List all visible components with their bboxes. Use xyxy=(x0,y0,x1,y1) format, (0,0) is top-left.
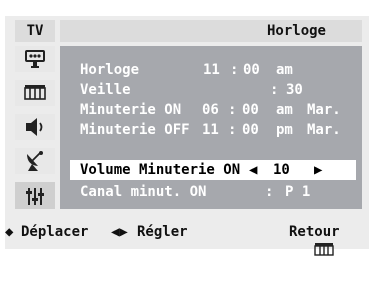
sidebar-item-input[interactable] xyxy=(15,46,55,72)
sidebar-item-sound[interactable] xyxy=(15,114,55,140)
setting-label: Veille xyxy=(80,82,131,98)
setting-row-timer-channel[interactable]: Canal minut. ON : P 1 xyxy=(80,182,350,202)
adjust-hint: Régler xyxy=(137,224,188,240)
left-right-arrows-icon: ◀▶ xyxy=(111,224,128,240)
setting-separator: : xyxy=(270,82,279,98)
tv-mode-label: TV xyxy=(15,20,55,42)
setting-row-sleep[interactable]: Veille : 30 xyxy=(80,80,350,100)
setting-minute: 00 xyxy=(243,62,260,78)
setting-ampm: am xyxy=(276,102,293,118)
setting-ampm: am xyxy=(276,62,293,78)
setting-row-clock[interactable]: Horloge 11 : 00 am xyxy=(80,60,350,80)
setting-separator: : xyxy=(265,184,274,200)
setting-separator: : xyxy=(228,122,237,138)
setting-hour: 06 xyxy=(202,102,219,118)
return-hint: Retour xyxy=(289,224,340,240)
sidebar-item-picture[interactable] xyxy=(15,80,55,106)
up-down-arrows-icon: ◆ xyxy=(5,224,14,240)
setting-row-timer-volume[interactable]: Volume Minuterie ON ◀ 10 ▶ xyxy=(70,160,356,180)
channel-antenna-icon xyxy=(27,151,43,171)
setting-label: Minuterie OFF xyxy=(80,122,190,138)
setting-label: Volume Minuterie ON xyxy=(80,162,241,178)
setting-value: 30 xyxy=(286,82,303,98)
sound-icon xyxy=(26,118,43,136)
sidebar-item-setup[interactable] xyxy=(15,182,55,209)
sidebar xyxy=(15,46,55,209)
settings-panel: Horloge 11 : 00 am Veille : 30 Minuterie… xyxy=(60,46,362,209)
footer-hints: ◆ Déplacer ◀▶ Régler Retour xyxy=(5,221,369,256)
setting-value: 10 xyxy=(273,162,290,178)
picture-icon xyxy=(24,85,46,100)
setting-hour: 11 xyxy=(202,122,219,138)
increase-arrow-icon[interactable]: ▶ xyxy=(314,160,322,180)
setting-label: Minuterie ON xyxy=(80,102,182,118)
setting-ampm: pm xyxy=(276,122,293,138)
input-icon xyxy=(25,50,45,68)
setting-separator: : xyxy=(230,62,239,78)
setting-label: Horloge xyxy=(80,62,140,78)
setting-day: Mar. xyxy=(307,122,341,138)
move-hint: Déplacer xyxy=(21,224,89,240)
setting-separator: : xyxy=(228,102,237,118)
decrease-arrow-icon[interactable]: ◀ xyxy=(249,160,257,180)
setting-row-timer-off[interactable]: Minuterie OFF 11 : 00 pm Mar. xyxy=(80,120,360,140)
setting-minute: 00 xyxy=(242,122,259,138)
setting-day: Mar. xyxy=(307,102,341,118)
sidebar-item-channel[interactable] xyxy=(15,148,55,174)
header-bar: Horloge xyxy=(60,20,362,42)
setting-minute: 00 xyxy=(242,102,259,118)
tv-osd-screen: TV Horloge Horloge 11: 00 am Veille: 3… xyxy=(0,0,379,265)
setup-sliders-icon xyxy=(26,187,44,205)
setting-value: P 1 xyxy=(285,184,311,200)
setting-row-timer-on[interactable]: Minuterie ON 06 : 00 am Mar. xyxy=(80,100,360,120)
page-title: Horloge xyxy=(266,23,326,39)
setting-hour: 11 xyxy=(203,62,220,78)
setting-label: Canal minut. ON xyxy=(80,184,207,200)
